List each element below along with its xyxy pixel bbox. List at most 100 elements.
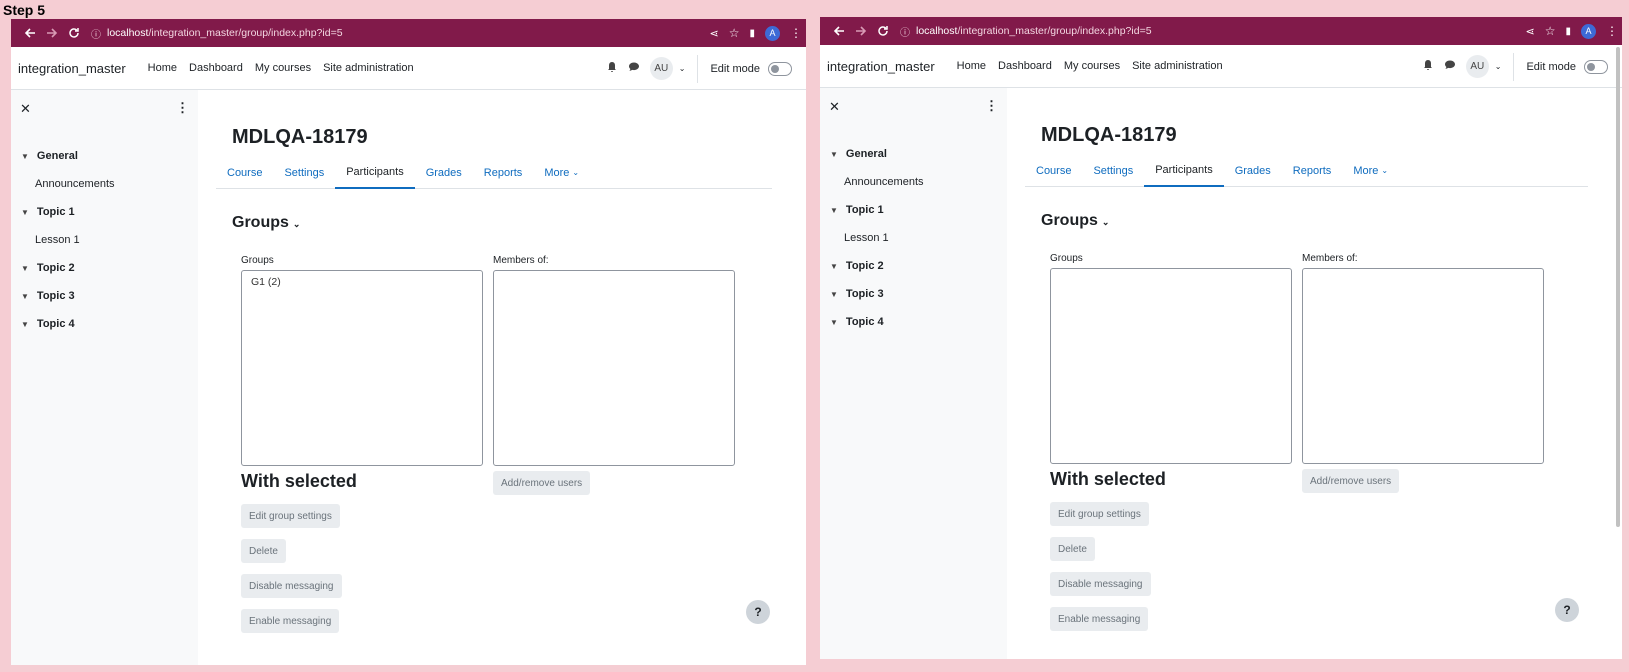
edit-mode-toggle[interactable] xyxy=(1584,59,1608,74)
chevron-down-icon[interactable]: ▼ xyxy=(830,290,838,299)
user-avatar[interactable]: AU xyxy=(649,57,673,80)
address-bar[interactable]: ⓘ localhost/integration_master/group/ind… xyxy=(900,24,1152,39)
activity-announcements[interactable]: Announcements xyxy=(11,170,198,198)
user-avatar[interactable]: AU xyxy=(1465,55,1489,78)
tab-participants[interactable]: Participants xyxy=(335,156,415,189)
nav-my-courses[interactable]: My courses xyxy=(255,62,311,74)
drawer-options-icon[interactable]: ⋮ xyxy=(176,100,189,116)
reload-icon[interactable] xyxy=(872,25,894,37)
tab-participants[interactable]: Participants xyxy=(1144,154,1224,187)
tab-grades[interactable]: Grades xyxy=(1224,154,1282,187)
delete-button[interactable]: Delete xyxy=(241,539,286,563)
groups-select[interactable]: G1 (2) xyxy=(241,270,483,466)
chevron-down-icon[interactable]: ▼ xyxy=(830,318,838,327)
chevron-down-icon[interactable]: ▼ xyxy=(21,292,29,301)
edit-group-settings-button[interactable]: Edit group settings xyxy=(241,504,340,528)
groups-select[interactable] xyxy=(1050,268,1292,464)
course-section-general[interactable]: ▼ General xyxy=(820,140,1007,168)
group-option[interactable]: G1 (2) xyxy=(251,276,473,288)
side-panel-icon[interactable]: ▮ xyxy=(749,28,755,39)
tab-more[interactable]: More ⌄ xyxy=(533,156,590,189)
course-section-general[interactable]: ▼ General xyxy=(11,142,198,170)
course-section-topic-4[interactable]: ▼ Topic 4 xyxy=(820,308,1007,336)
chevron-down-icon[interactable]: ▼ xyxy=(21,208,29,217)
site-brand[interactable]: integration_master xyxy=(827,59,935,74)
disable-messaging-button[interactable]: Disable messaging xyxy=(241,574,342,598)
drawer-options-icon[interactable]: ⋮ xyxy=(985,98,998,114)
chevron-down-icon[interactable]: ▼ xyxy=(21,264,29,273)
help-button[interactable]: ? xyxy=(1555,598,1579,622)
course-section-topic-1[interactable]: ▼ Topic 1 xyxy=(820,196,1007,224)
delete-button[interactable]: Delete xyxy=(1050,537,1095,561)
edit-group-settings-button[interactable]: Edit group settings xyxy=(1050,502,1149,526)
course-section-topic-3[interactable]: ▼ Topic 3 xyxy=(820,280,1007,308)
chevron-down-icon[interactable]: ▼ xyxy=(830,206,838,215)
back-icon[interactable] xyxy=(19,27,41,39)
chevron-down-icon[interactable]: ▼ xyxy=(21,152,29,161)
nav-dashboard[interactable]: Dashboard xyxy=(189,62,243,74)
disable-messaging-button[interactable]: Disable messaging xyxy=(1050,572,1151,596)
tab-course[interactable]: Course xyxy=(216,156,273,189)
activity-lesson-1[interactable]: Lesson 1 xyxy=(11,226,198,254)
tab-settings[interactable]: Settings xyxy=(1082,154,1144,187)
reload-icon[interactable] xyxy=(63,27,85,39)
enable-messaging-button[interactable]: Enable messaging xyxy=(1050,607,1149,631)
course-section-topic-2[interactable]: ▼ Topic 2 xyxy=(11,254,198,282)
activity-lesson-1[interactable]: Lesson 1 xyxy=(820,224,1007,252)
tab-settings[interactable]: Settings xyxy=(273,156,335,189)
add-remove-users-button[interactable]: Add/remove users xyxy=(493,471,591,495)
tab-more[interactable]: More ⌄ xyxy=(1342,154,1399,187)
user-menu-chevron-icon[interactable]: ⌄ xyxy=(1495,62,1502,71)
user-menu-chevron-icon[interactable]: ⌄ xyxy=(679,64,686,73)
nav-site-administration[interactable]: Site administration xyxy=(1132,60,1223,72)
side-panel-icon[interactable]: ▮ xyxy=(1565,26,1571,37)
course-section-topic-2[interactable]: ▼ Topic 2 xyxy=(820,252,1007,280)
page-scrollbar[interactable] xyxy=(1616,47,1620,527)
activity-announcements[interactable]: Announcements xyxy=(820,168,1007,196)
profile-avatar[interactable]: A xyxy=(765,25,780,41)
site-info-icon[interactable]: ⓘ xyxy=(900,24,910,39)
bookmark-star-icon[interactable]: ☆ xyxy=(1545,24,1556,38)
edit-mode-toggle[interactable] xyxy=(768,61,792,76)
chevron-down-icon[interactable]: ▼ xyxy=(830,150,838,159)
nav-my-courses[interactable]: My courses xyxy=(1064,60,1120,72)
nav-home[interactable]: Home xyxy=(957,60,986,72)
course-section-topic-1[interactable]: ▼ Topic 1 xyxy=(11,198,198,226)
nav-home[interactable]: Home xyxy=(148,62,177,74)
close-drawer-icon[interactable]: ✕ xyxy=(20,101,31,117)
groups-heading[interactable]: Groups ⌄ xyxy=(232,214,300,232)
course-section-topic-3[interactable]: ▼ Topic 3 xyxy=(11,282,198,310)
share-icon[interactable]: ⋖ xyxy=(710,27,719,40)
course-section-topic-4[interactable]: ▼ Topic 4 xyxy=(11,310,198,338)
browser-menu-icon[interactable]: ⋮ xyxy=(1606,24,1618,38)
chevron-down-icon[interactable]: ▼ xyxy=(830,262,838,271)
profile-avatar[interactable]: A xyxy=(1581,23,1596,39)
site-brand[interactable]: integration_master xyxy=(18,61,126,76)
back-icon[interactable] xyxy=(828,25,850,37)
notification-bell-icon[interactable] xyxy=(1422,58,1434,76)
close-drawer-icon[interactable]: ✕ xyxy=(829,99,840,115)
nav-site-administration[interactable]: Site administration xyxy=(323,62,414,74)
address-bar[interactable]: ⓘ localhost/integration_master/group/ind… xyxy=(91,26,343,41)
site-info-icon[interactable]: ⓘ xyxy=(91,26,101,41)
messages-icon[interactable] xyxy=(628,60,640,78)
notification-bell-icon[interactable] xyxy=(606,60,618,78)
bookmark-star-icon[interactable]: ☆ xyxy=(729,26,740,40)
browser-menu-icon[interactable]: ⋮ xyxy=(790,26,802,40)
nav-dashboard[interactable]: Dashboard xyxy=(998,60,1052,72)
help-button[interactable]: ? xyxy=(746,600,770,624)
tab-grades[interactable]: Grades xyxy=(415,156,473,189)
share-icon[interactable]: ⋖ xyxy=(1526,25,1535,38)
messages-icon[interactable] xyxy=(1444,58,1456,76)
tab-reports[interactable]: Reports xyxy=(1282,154,1343,187)
tab-reports[interactable]: Reports xyxy=(473,156,534,189)
members-select[interactable] xyxy=(493,270,735,466)
add-remove-users-button[interactable]: Add/remove users xyxy=(1302,469,1400,493)
groups-heading[interactable]: Groups ⌄ xyxy=(1041,212,1109,230)
chevron-down-icon[interactable]: ▼ xyxy=(21,320,29,329)
tab-course[interactable]: Course xyxy=(1025,154,1082,187)
forward-icon[interactable] xyxy=(41,27,63,39)
members-select[interactable] xyxy=(1302,268,1544,464)
forward-icon[interactable] xyxy=(850,25,872,37)
enable-messaging-button[interactable]: Enable messaging xyxy=(241,609,340,633)
